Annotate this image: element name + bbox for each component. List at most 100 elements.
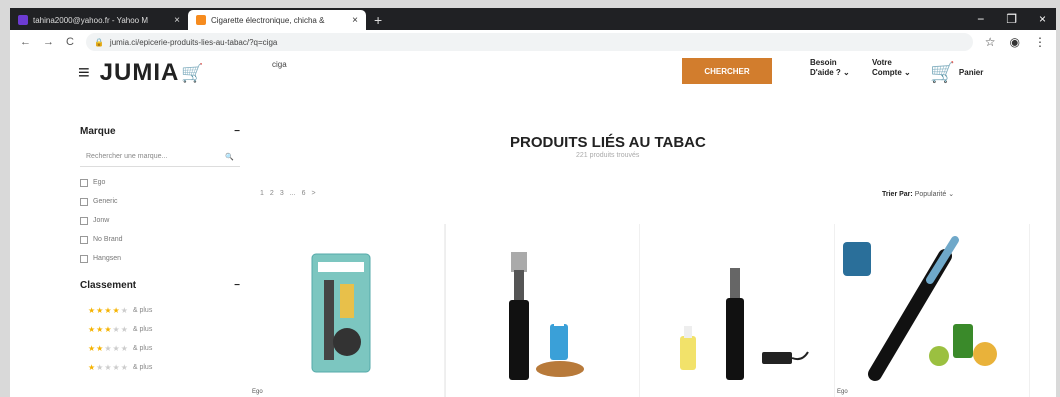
page-ellipsis: ... [289,190,296,197]
rating-option[interactable]: ★★★★★ & plus [80,358,240,377]
rating-label: & plus [132,345,153,352]
product-image [843,236,997,381]
close-tab-icon[interactable]: × [352,15,358,26]
logo[interactable]: JUMIA [100,59,180,87]
product-card[interactable] [640,224,835,397]
cart-logo-icon: 🛒 [181,62,204,83]
brand-option[interactable]: Jonw [80,211,240,230]
collapse-icon[interactable]: − [234,126,240,137]
brand-search-input[interactable]: Rechercher une marque... 🔍 [80,147,240,167]
checkbox[interactable] [80,235,88,244]
brand-option[interactable]: Hangsen [80,249,240,268]
help-line2: D'aide ? ⌄ [810,68,850,77]
sort-label: Trier Par: [882,191,913,198]
maximize-button[interactable]: ❐ [1006,12,1017,26]
tab-title: Cigarette électronique, chicha & [211,15,325,25]
checkbox[interactable] [80,178,88,187]
brand-label: Generic [93,198,118,205]
product-card[interactable]: Ego [250,224,445,397]
product-count: 221 produits trouvés [576,152,640,159]
brand-label: Hangsen [93,255,122,262]
window-controls: − ❐ × [977,12,1056,30]
star-rating-icon: ★★★★★ [88,344,129,353]
url-field[interactable]: 🔒 jumia.ci/epicerie-produits-lies-au-tab… [85,33,973,51]
rating-option[interactable]: ★★★★★ & plus [80,320,240,339]
brand-label: Jonw [93,217,110,224]
filter-sidebar: Marque − Rechercher une marque... 🔍 Ego … [80,126,240,377]
site-header: ≡ JUMIA 🛒 ciga CHERCHER Besoin D'aide ? … [10,54,1056,92]
minimize-button[interactable]: − [977,12,984,26]
checkbox[interactable] [80,197,88,206]
forward-button[interactable]: → [43,36,54,48]
account-line1: Votre [872,58,892,67]
mail-icon [18,15,28,25]
brand-option[interactable]: Generic [80,192,240,211]
cart-button[interactable]: 🛒 Panier [930,60,983,85]
product-image [311,253,371,373]
brand-heading: Marque [80,126,116,137]
new-tab-button[interactable]: + [374,12,382,28]
close-window-button[interactable]: × [1039,12,1046,26]
checkbox[interactable] [80,216,88,225]
search-button[interactable]: CHERCHER [682,58,772,84]
brand-option[interactable]: Ego [80,173,240,192]
lock-icon: 🔒 [93,37,104,47]
cart-icon: 🛒 [930,62,955,84]
rating-label: & plus [132,307,153,314]
star-rating-icon: ★★★★★ [88,325,129,334]
page-link[interactable]: 2 [270,190,274,197]
pagination: 1 2 3 ... 6 > [260,190,316,197]
cart-label: Panier [958,68,984,77]
page-link[interactable]: 1 [260,190,264,197]
profile-icon[interactable]: ◉ [1010,35,1020,49]
account-menu[interactable]: Votre Compte ⌄ [872,58,911,78]
close-tab-icon[interactable]: × [174,15,180,26]
tab-jumia[interactable]: Cigarette électronique, chicha & × [188,10,366,30]
menu-icon[interactable]: ⋮ [1034,35,1046,49]
sort-dropdown[interactable]: Trier Par: Popularité ⌄ [882,190,954,198]
brand-option[interactable]: No Brand [80,230,240,249]
browser-tabbar: tahina2000@yahoo.fr - Yahoo M × Cigarett… [10,8,1056,30]
rating-option[interactable]: ★★★★★ & plus [80,339,240,358]
search-input[interactable]: ciga [272,60,287,69]
reload-button[interactable]: C [66,36,74,48]
help-line1: Besoin [810,58,837,67]
next-page-icon[interactable]: > [311,190,315,197]
hamburger-icon[interactable]: ≡ [78,62,90,85]
jumia-tab-icon [196,15,206,25]
rating-label: & plus [132,364,153,371]
tab-title: tahina2000@yahoo.fr - Yahoo M [33,15,149,25]
product-grid: Ego Ego [250,224,1030,397]
url-text: jumia.ci/epicerie-produits-lies-au-tabac… [109,37,278,47]
product-image [680,268,809,380]
rating-heading: Classement [80,280,137,291]
sort-value: Popularité [914,191,947,198]
brand-filter-header[interactable]: Marque − [80,126,240,137]
page-title: PRODUITS LIÉS AU TABAC [510,134,706,151]
product-title: Ego [837,389,848,395]
product-card[interactable]: Ego [835,224,1030,397]
star-rating-icon: ★★★★★ [88,306,129,315]
star-rating-icon: ★★★★★ [88,363,129,372]
checkbox[interactable] [80,254,88,263]
collapse-icon[interactable]: − [234,280,240,291]
page-link[interactable]: 3 [280,190,284,197]
chevron-down-icon: ⌄ [948,191,955,198]
star-icon[interactable]: ☆ [985,35,996,49]
rating-label: & plus [132,326,153,333]
address-bar: ← → C 🔒 jumia.ci/epicerie-produits-lies-… [10,30,1056,54]
brand-label: No Brand [93,236,123,243]
product-card[interactable] [445,224,640,397]
product-image [509,252,584,380]
back-button[interactable]: ← [20,36,31,48]
brand-search-placeholder: Rechercher une marque... [86,153,168,160]
rating-filter-header[interactable]: Classement − [80,280,240,291]
product-title: Ego [252,389,263,395]
page-link[interactable]: 6 [302,190,306,197]
rating-option[interactable]: ★★★★★ & plus [80,301,240,320]
help-menu[interactable]: Besoin D'aide ? ⌄ [810,58,850,78]
search-icon: 🔍 [225,153,234,161]
account-line2: Compte ⌄ [872,68,911,77]
tab-yahoo[interactable]: tahina2000@yahoo.fr - Yahoo M × [10,10,188,30]
brand-label: Ego [93,179,106,186]
